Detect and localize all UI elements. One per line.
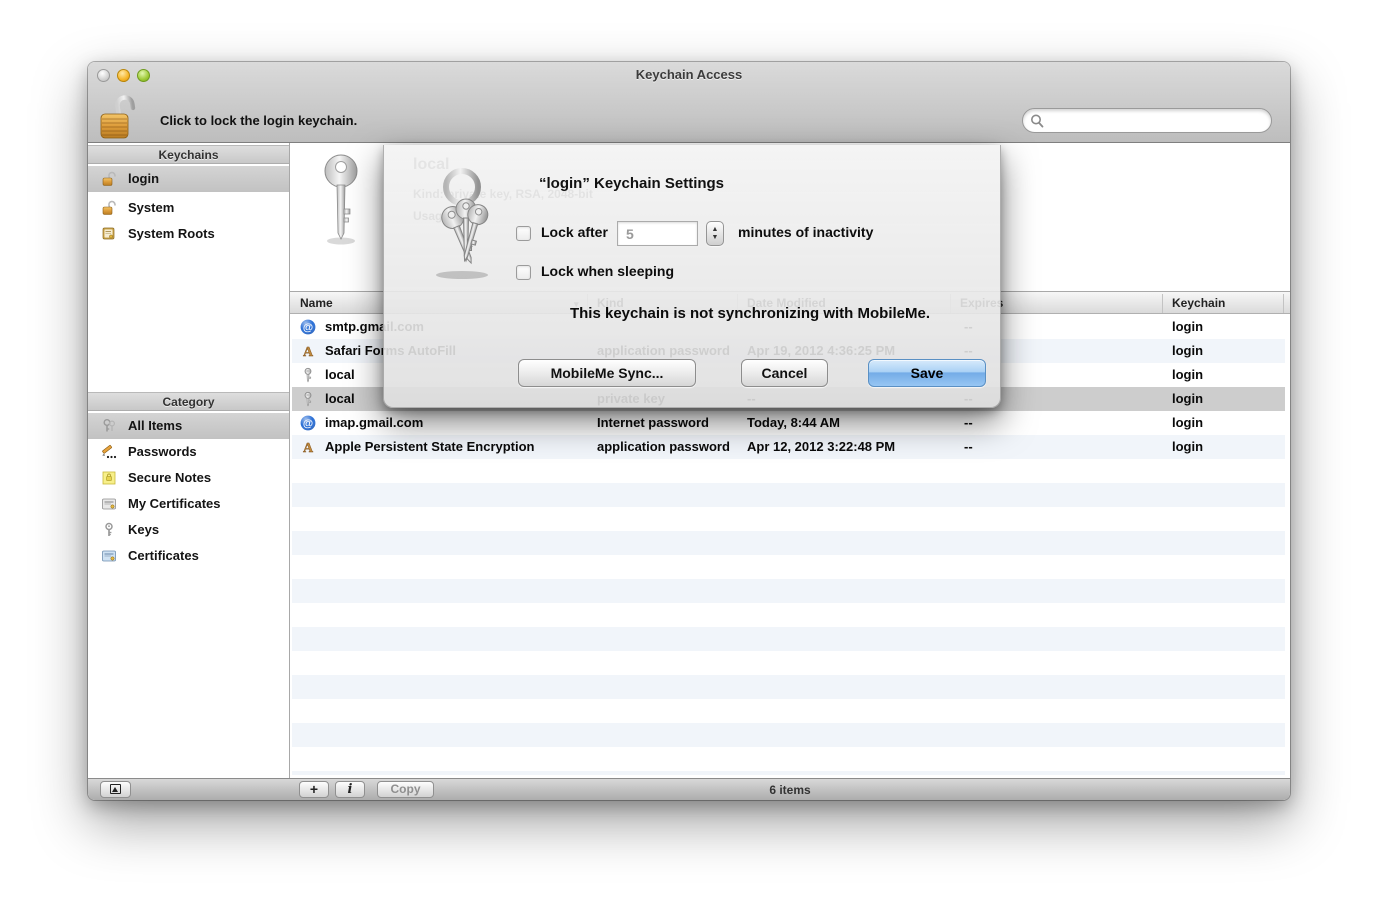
lock-when-sleeping-checkbox[interactable]	[516, 265, 531, 280]
row-keychain: login	[1172, 339, 1203, 363]
certificate-stack-icon	[101, 226, 117, 242]
sidebar-item-label: Certificates	[128, 543, 199, 569]
table-row[interactable]: @ imap.gmail.com Internet password Today…	[292, 411, 1285, 435]
sidebar-item-system[interactable]: System	[88, 195, 289, 221]
svg-text:@: @	[303, 418, 313, 430]
unlocked-keychain-icon	[101, 171, 117, 187]
column-separator[interactable]	[1283, 294, 1284, 313]
sidebar-toggle-icon	[110, 784, 121, 794]
sheet-title: “login” Keychain Settings	[539, 175, 724, 192]
row-expires: --	[964, 435, 973, 459]
sidebar-item-label: Passwords	[128, 439, 197, 465]
sidebar-item-passwords[interactable]: Passwords	[88, 439, 289, 465]
sidebar-item-certificates[interactable]: Certificates	[88, 543, 289, 569]
lock-after-label: Lock after	[541, 224, 608, 240]
stepper-down-icon[interactable]: ▼	[707, 234, 723, 241]
keychain-settings-sheet: “login” Keychain Settings Lock after ▲ ▼…	[383, 145, 1001, 408]
mobileme-sync-button[interactable]: MobileMe Sync...	[518, 359, 696, 387]
window-header: Keychain Access Click	[88, 62, 1290, 143]
sidebar-item-label: System Roots	[128, 221, 215, 247]
keychain-access-window: Keychain Access Click	[88, 62, 1290, 800]
cancel-button[interactable]: Cancel	[741, 359, 828, 387]
search-input[interactable]	[1049, 111, 1264, 130]
open-padlock-gold-icon[interactable]	[97, 95, 141, 146]
minutes-input[interactable]	[617, 221, 698, 246]
minutes-suffix-label: minutes of inactivity	[738, 224, 873, 240]
row-name: imap.gmail.com	[325, 411, 423, 435]
row-name: local	[325, 387, 355, 411]
my-certificate-icon	[101, 496, 117, 512]
sidebar-item-all-items[interactable]: All Items	[88, 413, 289, 439]
key-icon	[300, 391, 316, 407]
secure-note-icon	[101, 470, 117, 486]
row-name: local	[325, 363, 355, 387]
row-keychain: login	[1172, 363, 1203, 387]
row-keychain: login	[1172, 411, 1203, 435]
sidebar-item-label: Secure Notes	[128, 465, 211, 491]
lock-when-sleeping-label: Lock when sleeping	[541, 263, 674, 279]
sidebar-item-label: Keys	[128, 517, 159, 543]
key-icon	[101, 522, 117, 538]
svg-text:A: A	[303, 441, 314, 455]
svg-text:A: A	[303, 345, 314, 359]
row-date-modified: Apr 12, 2012 3:22:48 PM	[747, 435, 895, 459]
key-icon	[300, 367, 316, 383]
column-header-keychain[interactable]: Keychain	[1172, 296, 1225, 310]
at-icon: @	[300, 319, 316, 335]
unlocked-keychain-icon	[101, 200, 117, 216]
magnifier-icon	[1030, 113, 1044, 129]
row-kind: application password	[597, 435, 730, 459]
lock-after-checkbox[interactable]	[516, 226, 531, 241]
sidebar-toggle-button[interactable]	[100, 781, 131, 798]
sidebar-item-keys[interactable]: Keys	[88, 517, 289, 543]
row-keychain: login	[1172, 387, 1203, 411]
row-keychain: login	[1172, 435, 1203, 459]
sidebar-item-login[interactable]: login	[88, 166, 289, 192]
column-header-name[interactable]: Name	[300, 296, 333, 310]
svg-text:@: @	[303, 322, 313, 334]
row-kind: Internet password	[597, 411, 709, 435]
sidebar: Keychains login System	[88, 143, 290, 778]
save-button[interactable]: Save	[868, 359, 986, 387]
mobileme-sync-message: This keychain is not synchronizing with …	[512, 305, 988, 322]
category-section-header: Category	[88, 392, 289, 411]
sidebar-item-label: login	[128, 166, 159, 192]
lock-hint-text: Click to lock the login keychain.	[160, 113, 357, 128]
row-date-modified: Today, 8:44 AM	[747, 411, 840, 435]
large-key-icon	[316, 151, 366, 247]
password-pencil-icon	[101, 444, 117, 460]
row-keychain: login	[1172, 315, 1203, 339]
stepper-up-icon[interactable]: ▲	[707, 226, 723, 233]
keychains-section-header: Keychains	[88, 145, 289, 164]
keys-pair-icon	[101, 418, 117, 434]
window-title: Keychain Access	[88, 67, 1290, 82]
column-separator[interactable]	[1162, 294, 1163, 313]
row-name: Apple Persistent State Encryption	[325, 435, 535, 459]
sidebar-item-label: All Items	[128, 413, 182, 439]
status-bar: + i Copy 6 items	[88, 778, 1290, 800]
sidebar-item-my-certificates[interactable]: My Certificates	[88, 491, 289, 517]
sidebar-item-secure-notes[interactable]: Secure Notes	[88, 465, 289, 491]
table-row[interactable]: A Apple Persistent State Encryption appl…	[292, 435, 1285, 459]
sidebar-item-label: My Certificates	[128, 491, 220, 517]
minutes-stepper[interactable]: ▲ ▼	[706, 221, 724, 246]
keyring-icon	[422, 165, 500, 281]
application-a-icon: A	[300, 439, 316, 455]
sidebar-item-system-roots[interactable]: System Roots	[88, 221, 289, 247]
titlebar[interactable]: Keychain Access	[88, 62, 1290, 88]
row-expires: --	[964, 411, 973, 435]
items-count: 6 items	[290, 783, 1290, 797]
search-field[interactable]	[1022, 108, 1272, 133]
application-a-icon: A	[300, 343, 316, 359]
certificate-icon	[101, 548, 117, 564]
at-icon: @	[300, 415, 316, 431]
sidebar-item-label: System	[128, 195, 174, 221]
